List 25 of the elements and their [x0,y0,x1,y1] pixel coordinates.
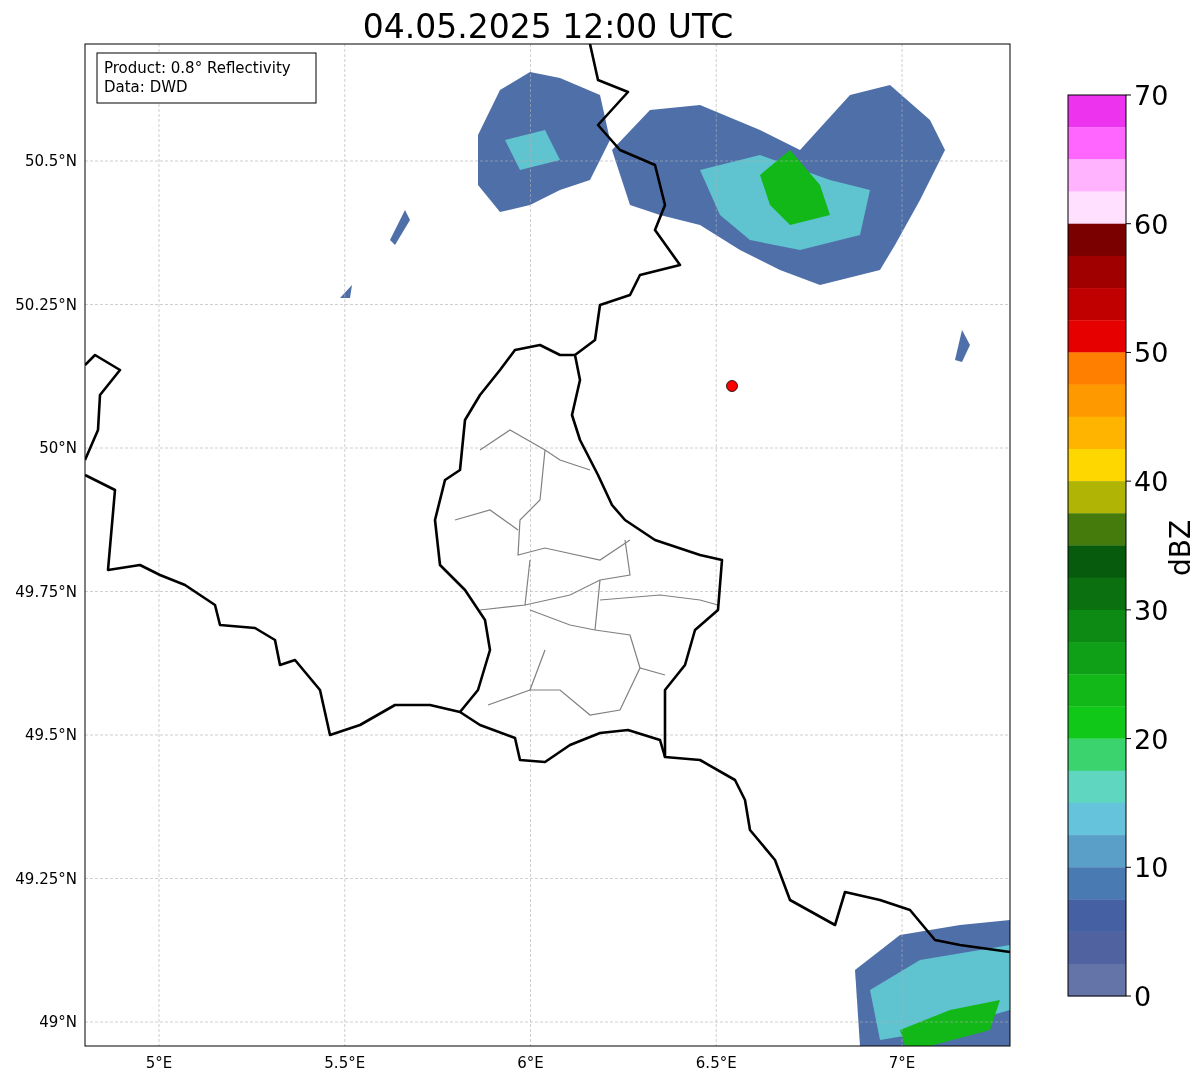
colorbar-tick-label: 40 [1134,466,1169,498]
plot-title: 04.05.2025 12:00 UTC [362,7,734,46]
longitude-label: 6.5°E [695,1054,737,1072]
info-text: Data: DWD [104,78,188,96]
latitude-label: 49.25°N [15,869,77,888]
radar-site-marker [726,380,738,392]
colorbar-tick-label: 10 [1134,852,1169,884]
longitude-label: 6°E [517,1054,544,1072]
latitude-label: 50.25°N [15,295,77,314]
longitude-label: 7°E [888,1054,916,1072]
latitude-label: 49°N [39,1013,77,1031]
colorbar-tick-label: 50 [1134,337,1169,369]
colorbar-tick-label: 20 [1134,723,1169,755]
latitude-label: 50.5°N [24,152,77,170]
latitude-label: 49.75°N [15,582,77,601]
longitude-label: 5°E [145,1054,173,1072]
latitude-label: 49.5°N [24,726,77,744]
info-text: Product: 0.8° Reflectivity [104,59,291,77]
colorbar-tick-label: 0 [1134,981,1152,1012]
colorbar-tick-label: 70 [1134,80,1169,111]
latitude-label: 50°N [39,439,77,457]
longitude-label: 5.5°E [324,1054,366,1072]
colorbar-tick-label: 30 [1134,594,1169,626]
colorbar-tick-label: 60 [1134,208,1169,240]
colorbar-label: dBZ [1164,519,1197,577]
